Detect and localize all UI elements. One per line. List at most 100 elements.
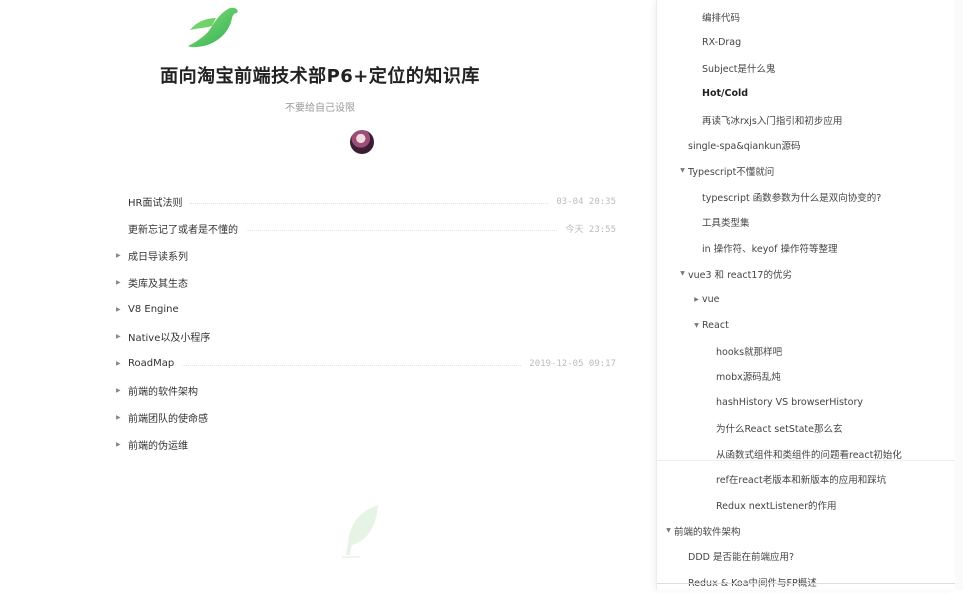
toc-item[interactable]: ▶ V8 Engine — [116, 296, 616, 323]
sidebar-item[interactable]: ▶typescript 函数参数为什么是双向协变的? — [657, 184, 955, 210]
sidebar-item-label[interactable]: typescript 函数参数为什么是双向协变的? — [702, 190, 881, 204]
sidebar-item[interactable]: ▶Redux & Koa中间件与FP概述 — [657, 569, 955, 595]
sidebar-item[interactable]: ▶hashHistory VS browserHistory — [657, 389, 955, 415]
tree-indent: ▶ — [677, 578, 688, 585]
sidebar-item-label[interactable]: vue3 和 react17的优劣 — [688, 267, 792, 281]
sidebar-item[interactable]: ▶从函数式组件和类组件的问题看react初始化 — [657, 441, 955, 467]
triangle-down-icon[interactable]: ▼ — [677, 270, 688, 277]
sidebar-item[interactable]: ▶DDD 是否能在前端应用? — [657, 543, 955, 569]
sidebar-item-label[interactable]: React — [702, 320, 729, 331]
toc-item[interactable]: ▶ 前端团队的使命感 — [116, 404, 616, 431]
triangle-down-icon[interactable]: ▼ — [691, 322, 702, 329]
sidebar-item[interactable]: ▶工具类型集 — [657, 210, 955, 236]
toc-leader-dots — [190, 203, 549, 204]
sidebar-item[interactable]: ▶Hot/Cold — [657, 81, 955, 107]
panel-edge — [955, 0, 963, 590]
sidebar-item[interactable]: ▶mobx源码乱炖 — [657, 364, 955, 390]
toc-item[interactable]: ▶ 前端的软件架构 — [116, 377, 616, 404]
sidebar-item[interactable]: ▶hooks就那样吧 — [657, 338, 955, 364]
tree-indent: ▶ — [705, 450, 716, 457]
triangle-right-icon[interactable]: ▶ — [116, 387, 128, 394]
sidebar-item-label[interactable]: Redux nextListener的作用 — [716, 498, 836, 512]
toc-item-label[interactable]: 前端的软件架构 — [128, 383, 198, 398]
toc-item-label[interactable]: 前端的伪运维 — [128, 437, 188, 452]
sidebar-item-label[interactable]: 从函数式组件和类组件的问题看react初始化 — [716, 447, 902, 461]
sidebar-item-label[interactable]: DDD 是否能在前端应用? — [688, 549, 794, 563]
toc-item-label[interactable]: RoadMap — [128, 358, 174, 369]
sidebar-item[interactable]: ▼ Typescript不懂就问 — [657, 158, 955, 184]
toc-item-date: 2019-12-05 09:17 — [529, 358, 616, 369]
toc-item-label[interactable]: V8 Engine — [128, 304, 179, 315]
toc-item[interactable]: ▶ RoadMap 2019-12-05 09:17 — [116, 350, 616, 377]
sidebar-item-label[interactable]: 工具类型集 — [702, 215, 750, 229]
sidebar-item[interactable]: ▼ 前端的软件架构 — [657, 518, 955, 544]
triangle-right-icon[interactable]: ▶ — [116, 333, 128, 340]
triangle-down-icon[interactable]: ▼ — [677, 167, 688, 174]
tree-indent: ▶ — [705, 501, 716, 508]
sidebar-item[interactable]: ▶Redux nextListener的作用 — [657, 492, 955, 518]
sidebar-item-label[interactable]: 编排代码 — [702, 10, 740, 24]
row-divider — [657, 460, 955, 462]
sidebar-item[interactable]: ▶Subject是什么鬼 — [657, 55, 955, 81]
triangle-right-icon[interactable]: ▶ — [116, 441, 128, 448]
toc-item[interactable]: 更新忘记了或者是不懂的 今天 23:55 — [116, 215, 616, 242]
page-title: 面向淘宝前端技术部P6+定位的知识库 — [160, 66, 480, 87]
bird-logo-icon — [188, 7, 238, 48]
triangle-down-icon[interactable]: ▼ — [663, 527, 674, 534]
sidebar-item[interactable]: ▶ vue — [657, 287, 955, 313]
toc-item[interactable]: ▶ Native以及小程序 — [116, 323, 616, 350]
tree-indent: ▶ — [677, 553, 688, 560]
sidebar-item[interactable]: ▶RX-Drag — [657, 30, 955, 56]
sidebar-item-label[interactable]: vue — [702, 294, 720, 305]
panel-divider — [657, 583, 955, 584]
sidebar-item[interactable]: ▶in 操作符、keyof 操作符等整理 — [657, 235, 955, 261]
toc-item[interactable]: ▶ 类库及其生态 — [116, 269, 616, 296]
toc-item-label[interactable]: HR面试法则 — [128, 194, 182, 209]
tree-indent: ▶ — [705, 347, 716, 354]
sidebar-item-label[interactable]: Subject是什么鬼 — [702, 61, 776, 75]
triangle-right-icon[interactable]: ▶ — [116, 279, 128, 286]
sidebar-item-label[interactable]: in 操作符、keyof 操作符等整理 — [702, 241, 838, 255]
tree-indent: ▶ — [691, 65, 702, 72]
toc-item[interactable]: HR面试法则 03-04 20:35 — [116, 188, 616, 215]
sidebar-tree: ▶编排代码▶RX-Drag▶Subject是什么鬼▶Hot/Cold▶再读飞冰r… — [657, 4, 955, 595]
sidebar-item-label[interactable]: 为什么React setState那么玄 — [716, 421, 842, 435]
avatar[interactable] — [350, 130, 374, 154]
sidebar-item[interactable]: ▶ref在react老版本和新版本的应用和踩坑 — [657, 466, 955, 492]
feather-icon — [342, 505, 378, 558]
sidebar-item-label[interactable]: ref在react老版本和新版本的应用和踩坑 — [716, 472, 886, 486]
triangle-right-icon[interactable]: ▶ — [116, 360, 128, 367]
toc-item[interactable]: ▶ 前端的伪运维 — [116, 431, 616, 458]
toc-item-label[interactable]: 成日导读系列 — [128, 248, 188, 263]
sidebar-item-label[interactable]: 再读飞冰rxjs入门指引和初步应用 — [702, 113, 842, 127]
toc-item-label[interactable]: 前端团队的使命感 — [128, 410, 208, 425]
sidebar-item-label[interactable]: hooks就那样吧 — [716, 344, 782, 358]
sidebar-item[interactable]: ▼ React — [657, 312, 955, 338]
sidebar-item-label[interactable]: Redux & Koa中间件与FP概述 — [688, 575, 817, 589]
toc-leader-dots — [246, 230, 558, 231]
triangle-right-icon[interactable]: ▶ — [116, 252, 128, 259]
sidebar-item[interactable]: ▶再读飞冰rxjs入门指引和初步应用 — [657, 107, 955, 133]
sidebar-item-label[interactable]: RX-Drag — [702, 37, 741, 48]
triangle-right-icon[interactable]: ▶ — [116, 306, 128, 313]
sidebar-item[interactable]: ▶为什么React setState那么玄 — [657, 415, 955, 441]
sidebar-item[interactable]: ▶编排代码 — [657, 4, 955, 30]
sidebar-item-label[interactable]: Typescript不懂就问 — [688, 164, 774, 178]
toc-item[interactable]: ▶ 成日导读系列 — [116, 242, 616, 269]
table-of-contents: HR面试法则 03-04 20:35 更新忘记了或者是不懂的 今天 23:55 ▶ 成日导… — [116, 188, 616, 458]
toc-item-label[interactable]: 类库及其生态 — [128, 275, 188, 290]
sidebar-item[interactable]: ▼ vue3 和 react17的优劣 — [657, 261, 955, 287]
sidebar-item-label[interactable]: single-spa&qiankun源码 — [688, 138, 801, 152]
tree-indent: ▶ — [691, 245, 702, 252]
toc-item-label[interactable]: 更新忘记了或者是不懂的 — [128, 221, 238, 236]
tree-indent: ▶ — [691, 193, 702, 200]
toc-item-label[interactable]: Native以及小程序 — [128, 329, 210, 344]
sidebar-item[interactable]: ▶single-spa&qiankun源码 — [657, 132, 955, 158]
sidebar-item-label[interactable]: mobx源码乱炖 — [716, 369, 781, 383]
sidebar-item-label[interactable]: Hot/Cold — [702, 88, 748, 99]
sidebar-item-label[interactable]: hashHistory VS browserHistory — [716, 397, 863, 408]
sidebar-item-label[interactable]: 前端的软件架构 — [674, 524, 741, 538]
triangle-right-icon[interactable]: ▶ — [116, 414, 128, 421]
tree-indent: ▶ — [691, 13, 702, 20]
triangle-right-icon[interactable]: ▶ — [691, 296, 702, 303]
